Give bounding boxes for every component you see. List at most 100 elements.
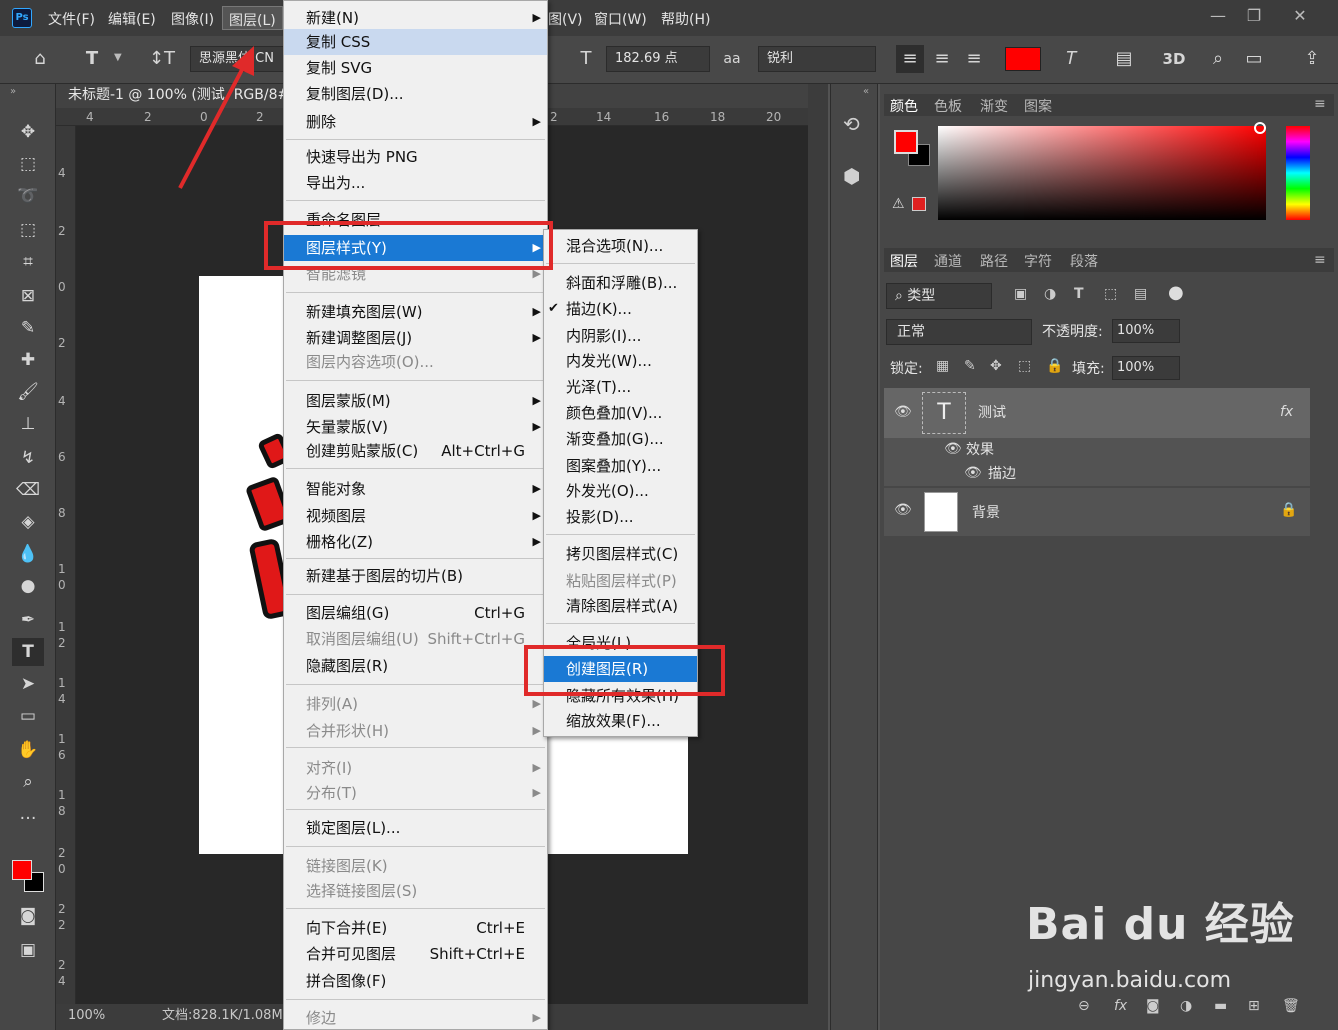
color-field[interactable] <box>938 126 1266 220</box>
menu-item-lock-layers[interactable]: 锁定图层(L)... <box>284 815 547 841</box>
layer-row-text[interactable]: 👁 T 测试 fx <box>884 388 1310 438</box>
menu-image[interactable]: 图像(I) <box>171 9 214 29</box>
blur-tool-icon[interactable]: 💧 <box>12 540 44 568</box>
tab-gradients[interactable]: 渐变 <box>980 96 1008 116</box>
blend-mode-select[interactable]: 正常 <box>886 319 1032 345</box>
submenu-color-overlay[interactable]: 颜色叠加(V)... <box>544 400 697 426</box>
threed-button[interactable]: 3D <box>1160 45 1188 73</box>
menu-item-new-fill-layer[interactable]: 新建填充图层(W) ▶ <box>284 299 547 325</box>
menu-item-layer-mask[interactable]: 图层蒙版(M) ▶ <box>284 388 547 414</box>
menu-item-merge-visible[interactable]: 合并可见图层 Shift+Ctrl+E <box>284 941 547 967</box>
screen-mode-icon[interactable]: ▣ <box>12 936 44 964</box>
filter-pixel-icon[interactable]: ▣ <box>1014 286 1027 302</box>
menu-item-smart-object[interactable]: 智能对象 ▶ <box>284 476 547 502</box>
zoom-tool-icon[interactable]: ⌕ <box>12 768 44 796</box>
menu-item-vector-mask[interactable]: 矢量蒙版(V) ▶ <box>284 414 547 440</box>
paint-bucket-icon[interactable]: ◈ <box>12 508 44 536</box>
foreground-color-top[interactable] <box>12 860 32 880</box>
submenu-stroke[interactable]: ✔ 描边(K)... <box>544 296 697 322</box>
eyedropper-tool-icon[interactable]: ✎ <box>12 314 44 342</box>
eraser-tool-icon[interactable]: ⌫ <box>12 476 44 504</box>
filter-shape-icon[interactable]: ⬚ <box>1104 286 1117 302</box>
add-style-icon[interactable]: fx <box>1114 998 1127 1014</box>
add-mask-icon[interactable]: ◙ <box>1146 998 1160 1014</box>
history-icon[interactable]: ⟲ <box>843 112 860 136</box>
menu-window[interactable]: 窗口(W) <box>594 9 647 29</box>
new-layer-icon[interactable]: ⊞ <box>1248 998 1260 1014</box>
tab-paths[interactable]: 路径 <box>980 251 1008 271</box>
submenu-satin[interactable]: 光泽(T)... <box>544 374 697 400</box>
tab-layers[interactable]: 图层 <box>890 251 918 271</box>
adjustment-layer-icon[interactable]: ◑ <box>1180 998 1192 1014</box>
type-tool-active-icon[interactable]: T <box>12 638 44 666</box>
submenu-outer-glow[interactable]: 外发光(O)... <box>544 478 697 504</box>
fill-field[interactable]: 100% <box>1112 356 1180 380</box>
tab-swatches[interactable]: 色板 <box>934 96 962 116</box>
layer-name[interactable]: 测试 <box>978 402 1006 422</box>
submenu-bevel-emboss[interactable]: 斜面和浮雕(B)... <box>544 270 697 296</box>
expand-icon[interactable]: « <box>863 86 869 97</box>
menu-item-clipping-mask[interactable]: 创建剪贴蒙版(C) Alt+Ctrl+G <box>284 438 547 464</box>
path-select-icon[interactable]: ➤ <box>12 670 44 698</box>
search-icon[interactable]: ⌕ <box>1204 45 1232 73</box>
font-size-field[interactable]: 182.69 点 <box>606 46 710 72</box>
filter-smart-icon[interactable]: ▤ <box>1134 286 1147 302</box>
submenu-inner-glow[interactable]: 内发光(W)... <box>544 348 697 374</box>
menu-item-matting[interactable]: 修边 ▶ <box>284 1005 547 1030</box>
dodge-tool-icon[interactable]: ● <box>12 572 44 600</box>
text-color-swatch[interactable] <box>1005 47 1041 71</box>
color-panel-foreground-top[interactable] <box>894 130 918 154</box>
quick-mask-icon[interactable]: ◙ <box>12 902 44 930</box>
tab-color[interactable]: 颜色 <box>890 96 918 116</box>
visibility-eye-icon[interactable]: 👁 <box>894 404 912 420</box>
lock-position-icon[interactable]: ✥ <box>990 358 1002 374</box>
menu-item-flatten-image[interactable]: 拼合图像(F) <box>284 968 547 994</box>
menu-view[interactable]: 图(V) <box>548 9 583 29</box>
brush-tool-icon[interactable]: 🖌 <box>12 378 44 406</box>
menu-edit[interactable]: 编辑(E) <box>108 9 156 29</box>
layer-filter-select[interactable]: ⌕ 类型 <box>886 283 992 309</box>
antialias-select[interactable]: 锐利 <box>758 46 876 72</box>
warp-text-icon[interactable]: 𝑇 <box>1058 45 1086 73</box>
minimize-button[interactable]: — <box>1206 6 1230 26</box>
stroke-eye-icon[interactable]: 👁 <box>964 465 982 481</box>
lock-all-icon[interactable]: 🔒 <box>1046 358 1063 374</box>
menu-help[interactable]: 帮助(H) <box>661 9 710 29</box>
layer-name[interactable]: 背景 <box>972 502 1000 522</box>
filter-adjustment-icon[interactable]: ◑ <box>1044 286 1056 302</box>
visibility-eye-icon[interactable]: 👁 <box>894 502 912 518</box>
submenu-paste-style[interactable]: 粘贴图层样式(P) <box>544 568 697 594</box>
new-group-icon[interactable]: ▬ <box>1214 998 1227 1014</box>
filter-type-icon[interactable]: T <box>1074 286 1084 302</box>
submenu-copy-style[interactable]: 拷贝图层样式(C) <box>544 541 697 567</box>
fx-icon[interactable]: fx <box>1280 404 1293 420</box>
submenu-inner-shadow[interactable]: 内阴影(I)... <box>544 323 697 349</box>
lock-image-icon[interactable]: ✎ <box>964 358 976 374</box>
rectangle-tool-icon[interactable]: ▭ <box>12 702 44 730</box>
healing-tool-icon[interactable]: ✚ <box>12 346 44 374</box>
submenu-blending-options[interactable]: 混合选项(N)... <box>544 233 697 259</box>
menu-item-link-layers[interactable]: 链接图层(K) <box>284 853 547 879</box>
menu-item-new[interactable]: 新建(N) ▶ <box>284 5 547 31</box>
panels-icon[interactable]: ▤ <box>1110 45 1138 73</box>
menu-item-rasterize[interactable]: 栅格化(Z) ▶ <box>284 529 547 555</box>
menu-item-hide-layers[interactable]: 隐藏图层(R) <box>284 653 547 679</box>
pen-tool-icon[interactable]: ✒ <box>12 606 44 634</box>
submenu-gradient-overlay[interactable]: 渐变叠加(G)... <box>544 426 697 452</box>
home-icon[interactable]: ⌂ <box>26 45 54 73</box>
restore-button[interactable]: ❐ <box>1242 6 1266 26</box>
stamp-tool-icon[interactable]: ⊥ <box>12 410 44 438</box>
menu-item-arrange[interactable]: 排列(A) ▶ <box>284 691 547 717</box>
vertical-scrollbar[interactable] <box>808 84 828 1004</box>
layer-row-background[interactable]: 👁 背景 🔒 <box>884 488 1310 536</box>
submenu-clear-style[interactable]: 清除图层样式(A) <box>544 593 697 619</box>
lasso-tool-icon[interactable]: ➰ <box>12 182 44 210</box>
align-right-icon[interactable]: ≡ <box>960 45 988 73</box>
menu-item-video-layer[interactable]: 视频图层 ▶ <box>284 503 547 529</box>
menu-item-copy-css[interactable]: 复制 CSS <box>284 29 547 55</box>
hue-slider[interactable] <box>1286 126 1310 220</box>
opacity-field[interactable]: 100% <box>1112 319 1180 343</box>
hand-tool-icon[interactable]: ✋ <box>12 736 44 764</box>
menu-item-group-layers[interactable]: 图层编组(G) Ctrl+G <box>284 600 547 626</box>
link-layers-icon[interactable]: ⊖ <box>1078 998 1090 1014</box>
